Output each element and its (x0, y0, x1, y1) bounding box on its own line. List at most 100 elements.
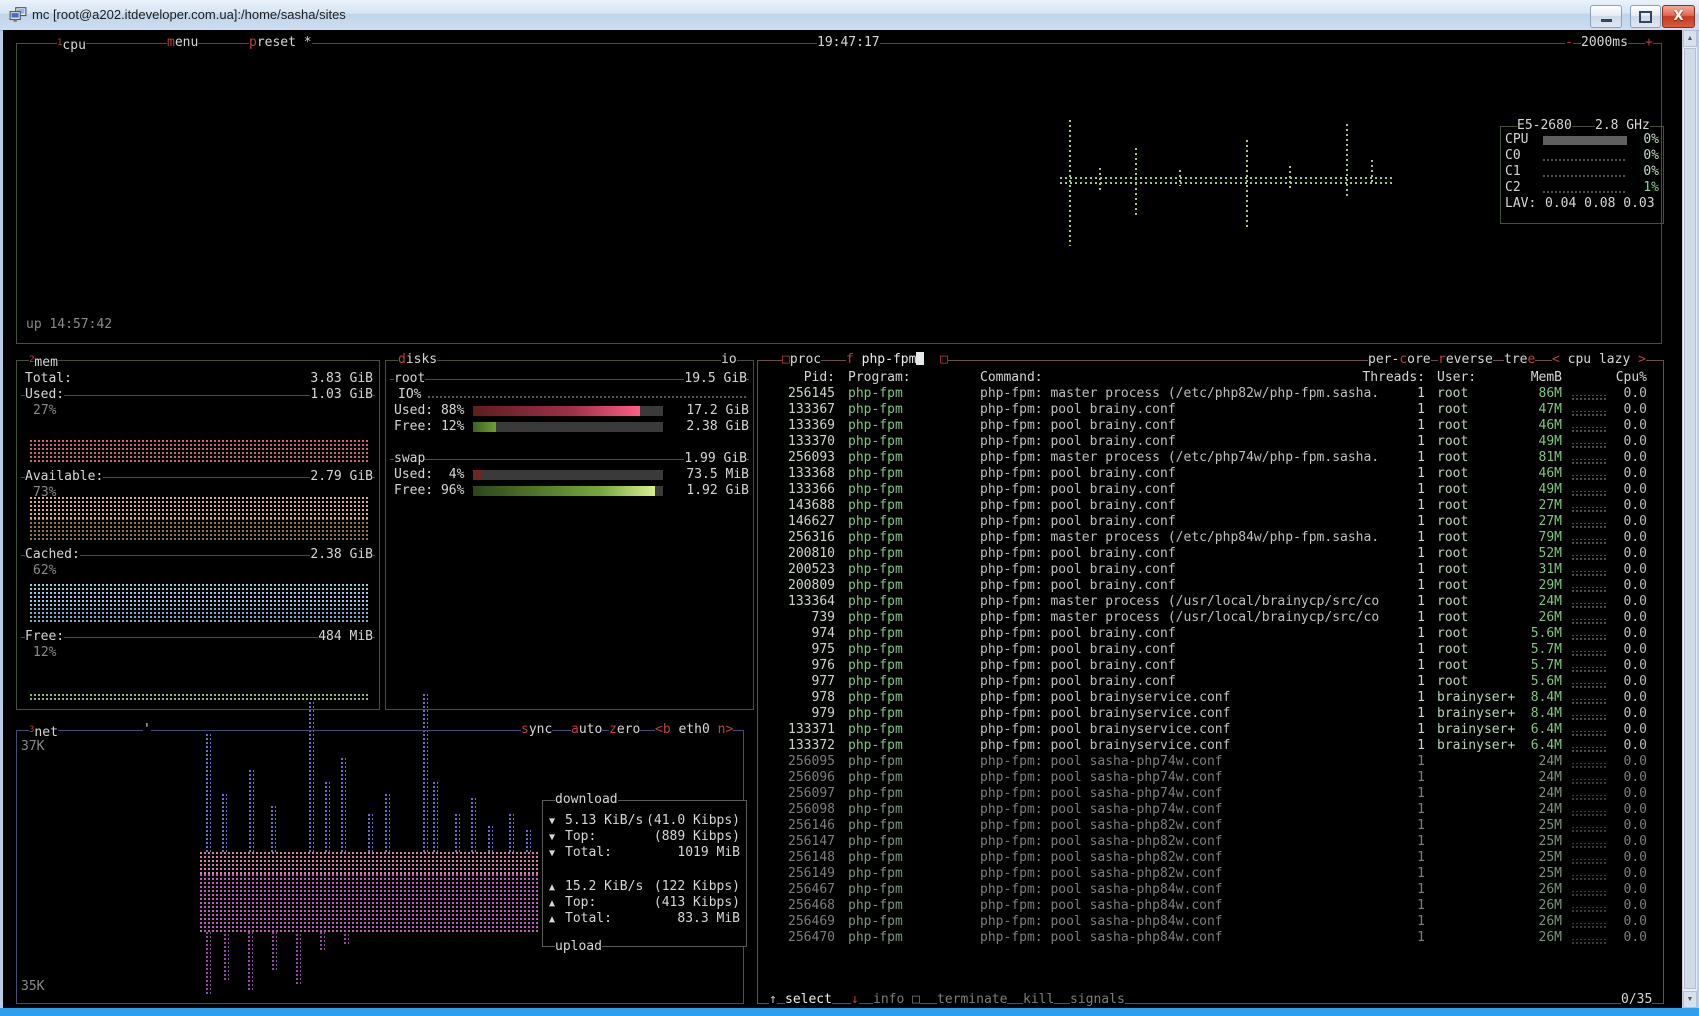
scroll-down-button[interactable]: ▼ (1683, 991, 1697, 1008)
process-row[interactable]: 133364php-fpmphp-fpm: master process (/u… (758, 594, 1660, 610)
scroll-up-button[interactable]: ▲ (1683, 30, 1697, 47)
process-row[interactable]: 256149php-fpmphp-fpm: pool sasha-php82w.… (758, 866, 1660, 882)
process-mem: 26M (1498, 898, 1562, 914)
column-pid[interactable]: Pid: (758, 370, 835, 386)
scrollbar-thumb[interactable] (1684, 48, 1696, 989)
process-row[interactable]: 200810php-fpmphp-fpm: pool brainy.conf1r… (758, 546, 1660, 562)
process-row[interactable]: 256467php-fpmphp-fpm: pool sasha-php84w.… (758, 882, 1660, 898)
disks-io-button[interactable]: io (721, 352, 737, 368)
menu-button[interactable]: menu (167, 35, 198, 51)
process-user: root (1437, 402, 1468, 418)
signals-button[interactable]: signals (1070, 992, 1125, 1008)
process-mem: 27M (1498, 514, 1562, 530)
process-threads: 1 (1358, 418, 1425, 434)
net-zero-button[interactable]: zero (609, 722, 640, 738)
info-button[interactable]: info □ (873, 992, 920, 1008)
download-speed-row: ▼5.13 KiB/s(41.0 Kibps) (543, 813, 746, 829)
process-command: php-fpm: master process (/etc/php74w/php… (980, 450, 1379, 466)
process-row[interactable]: 133371php-fpmphp-fpm: pool brainyservice… (758, 722, 1660, 738)
disks-panel-title[interactable]: disks (398, 352, 437, 368)
process-row[interactable]: 200809php-fpmphp-fpm: pool brainy.conf1r… (758, 578, 1660, 594)
process-threads: 1 (1358, 498, 1425, 514)
process-program: php-fpm (848, 770, 903, 786)
process-program: php-fpm (848, 466, 903, 482)
process-threads: 1 (1358, 706, 1425, 722)
proc-panel-title[interactable]: □proc (782, 352, 821, 368)
process-row[interactable]: 256145php-fpmphp-fpm: master process (/e… (758, 386, 1660, 402)
process-row[interactable]: 974php-fpmphp-fpm: pool brainy.conf1root… (758, 626, 1660, 642)
process-row[interactable]: 975php-fpmphp-fpm: pool brainy.conf1root… (758, 642, 1660, 658)
process-row[interactable]: 978php-fpmphp-fpm: pool brainyservice.co… (758, 690, 1660, 706)
process-row[interactable]: 133368php-fpmphp-fpm: pool brainy.conf1r… (758, 466, 1660, 482)
disk-root-free-label: Free: 12% (394, 419, 464, 435)
scrollbar[interactable]: ▲ ▼ (1682, 30, 1697, 1008)
process-threads: 1 (1358, 466, 1425, 482)
sort-selector[interactable]: < cpu lazy > (1552, 352, 1646, 368)
process-program: php-fpm (848, 578, 903, 594)
net-interface-switcher[interactable]: <b eth0 n> (655, 722, 733, 738)
process-row[interactable]: 977php-fpmphp-fpm: pool brainy.conf1root… (758, 674, 1660, 690)
process-row[interactable]: 256468php-fpmphp-fpm: pool sasha-php84w.… (758, 898, 1660, 914)
process-mem: 29M (1498, 578, 1562, 594)
process-row[interactable]: 256316php-fpmphp-fpm: master process (/e… (758, 530, 1660, 546)
process-row[interactable]: 256469php-fpmphp-fpm: pool sasha-php84w.… (758, 914, 1660, 930)
select-down-icon[interactable]: ↓ (851, 992, 859, 1008)
process-mem-graph (1572, 875, 1608, 880)
process-mem-graph (1572, 891, 1608, 896)
select-button[interactable]: select (785, 992, 832, 1008)
kill-button[interactable]: kill (1023, 992, 1054, 1008)
process-row[interactable]: 256098php-fpmphp-fpm: pool sasha-php74w.… (758, 802, 1660, 818)
interval-increase-button[interactable]: + (1645, 35, 1653, 51)
column-cpu[interactable]: Cpu% (1598, 370, 1647, 386)
process-row[interactable]: 256470php-fpmphp-fpm: pool sasha-php84w.… (758, 930, 1660, 946)
net-auto-button[interactable]: auto (571, 722, 602, 738)
process-row[interactable]: 256095php-fpmphp-fpm: pool sasha-php74w.… (758, 754, 1660, 770)
process-mem-graph (1572, 555, 1608, 560)
process-row[interactable]: 256147php-fpmphp-fpm: pool sasha-php82w.… (758, 834, 1660, 850)
mem-cached-pct: 62% (33, 563, 56, 579)
column-program[interactable]: Program: (848, 370, 911, 386)
process-mem: 27M (1498, 498, 1562, 514)
process-pid: 146627 (758, 514, 835, 530)
process-row[interactable]: 200523php-fpmphp-fpm: pool brainy.conf1r… (758, 562, 1660, 578)
process-filter-input[interactable]: f php-fpm □ (846, 352, 948, 368)
process-row[interactable]: 256097php-fpmphp-fpm: pool sasha-php74w.… (758, 786, 1660, 802)
process-row[interactable]: 133372php-fpmphp-fpm: pool brainyservice… (758, 738, 1660, 754)
process-program: php-fpm (848, 450, 903, 466)
cpu-panel-title[interactable]: 1cpu (57, 35, 86, 54)
net-sync-button[interactable]: sync (521, 722, 552, 738)
select-up-icon[interactable]: ↑ (769, 992, 777, 1008)
process-row[interactable]: 143688php-fpmphp-fpm: pool brainy.conf1r… (758, 498, 1660, 514)
process-program: php-fpm (848, 562, 903, 578)
preset-button[interactable]: preset * (249, 35, 312, 51)
process-row[interactable]: 146627php-fpmphp-fpm: pool brainy.conf1r… (758, 514, 1660, 530)
process-mem-graph (1572, 395, 1608, 400)
interval-decrease-button[interactable]: - (1565, 35, 1573, 51)
reverse-toggle[interactable]: reverse (1438, 352, 1493, 368)
process-row[interactable]: 739php-fpmphp-fpm: master process (/usr/… (758, 610, 1660, 626)
process-row[interactable]: 976php-fpmphp-fpm: pool brainy.conf1root… (758, 658, 1660, 674)
process-row[interactable]: 133369php-fpmphp-fpm: pool brainy.conf1r… (758, 418, 1660, 434)
per-core-toggle[interactable]: per-core (1368, 352, 1431, 368)
process-user: root (1437, 482, 1468, 498)
terminate-button[interactable]: terminate (937, 992, 1007, 1008)
process-row[interactable]: 256148php-fpmphp-fpm: pool sasha-php82w.… (758, 850, 1660, 866)
process-row[interactable]: 133366php-fpmphp-fpm: pool brainy.conf1r… (758, 482, 1660, 498)
process-row[interactable]: 256093php-fpmphp-fpm: master process (/e… (758, 450, 1660, 466)
loadavg-values: 0.04 0.08 0.03 (1545, 196, 1655, 212)
tree-toggle[interactable]: tree (1504, 352, 1535, 368)
process-row[interactable]: 133370php-fpmphp-fpm: pool brainy.conf1r… (758, 434, 1660, 450)
process-program: php-fpm (848, 626, 903, 642)
process-command: php-fpm: pool brainyservice.conf (980, 738, 1230, 754)
process-row[interactable]: 256096php-fpmphp-fpm: pool sasha-php74w.… (758, 770, 1660, 786)
process-row[interactable]: 979php-fpmphp-fpm: pool brainyservice.co… (758, 706, 1660, 722)
column-threads[interactable]: Threads: (1358, 370, 1425, 386)
mem-panel-title[interactable]: 2mem (29, 352, 58, 371)
column-memb[interactable]: MemB (1498, 370, 1562, 386)
column-user[interactable]: User: (1437, 370, 1476, 386)
process-row[interactable]: 133367php-fpmphp-fpm: pool brainy.conf1r… (758, 402, 1660, 418)
column-command[interactable]: Command: (980, 370, 1043, 386)
process-row[interactable]: 256146php-fpmphp-fpm: pool sasha-php82w.… (758, 818, 1660, 834)
disk-swap-used-value: 73.5 MiB (686, 467, 749, 483)
process-threads: 1 (1358, 930, 1425, 946)
